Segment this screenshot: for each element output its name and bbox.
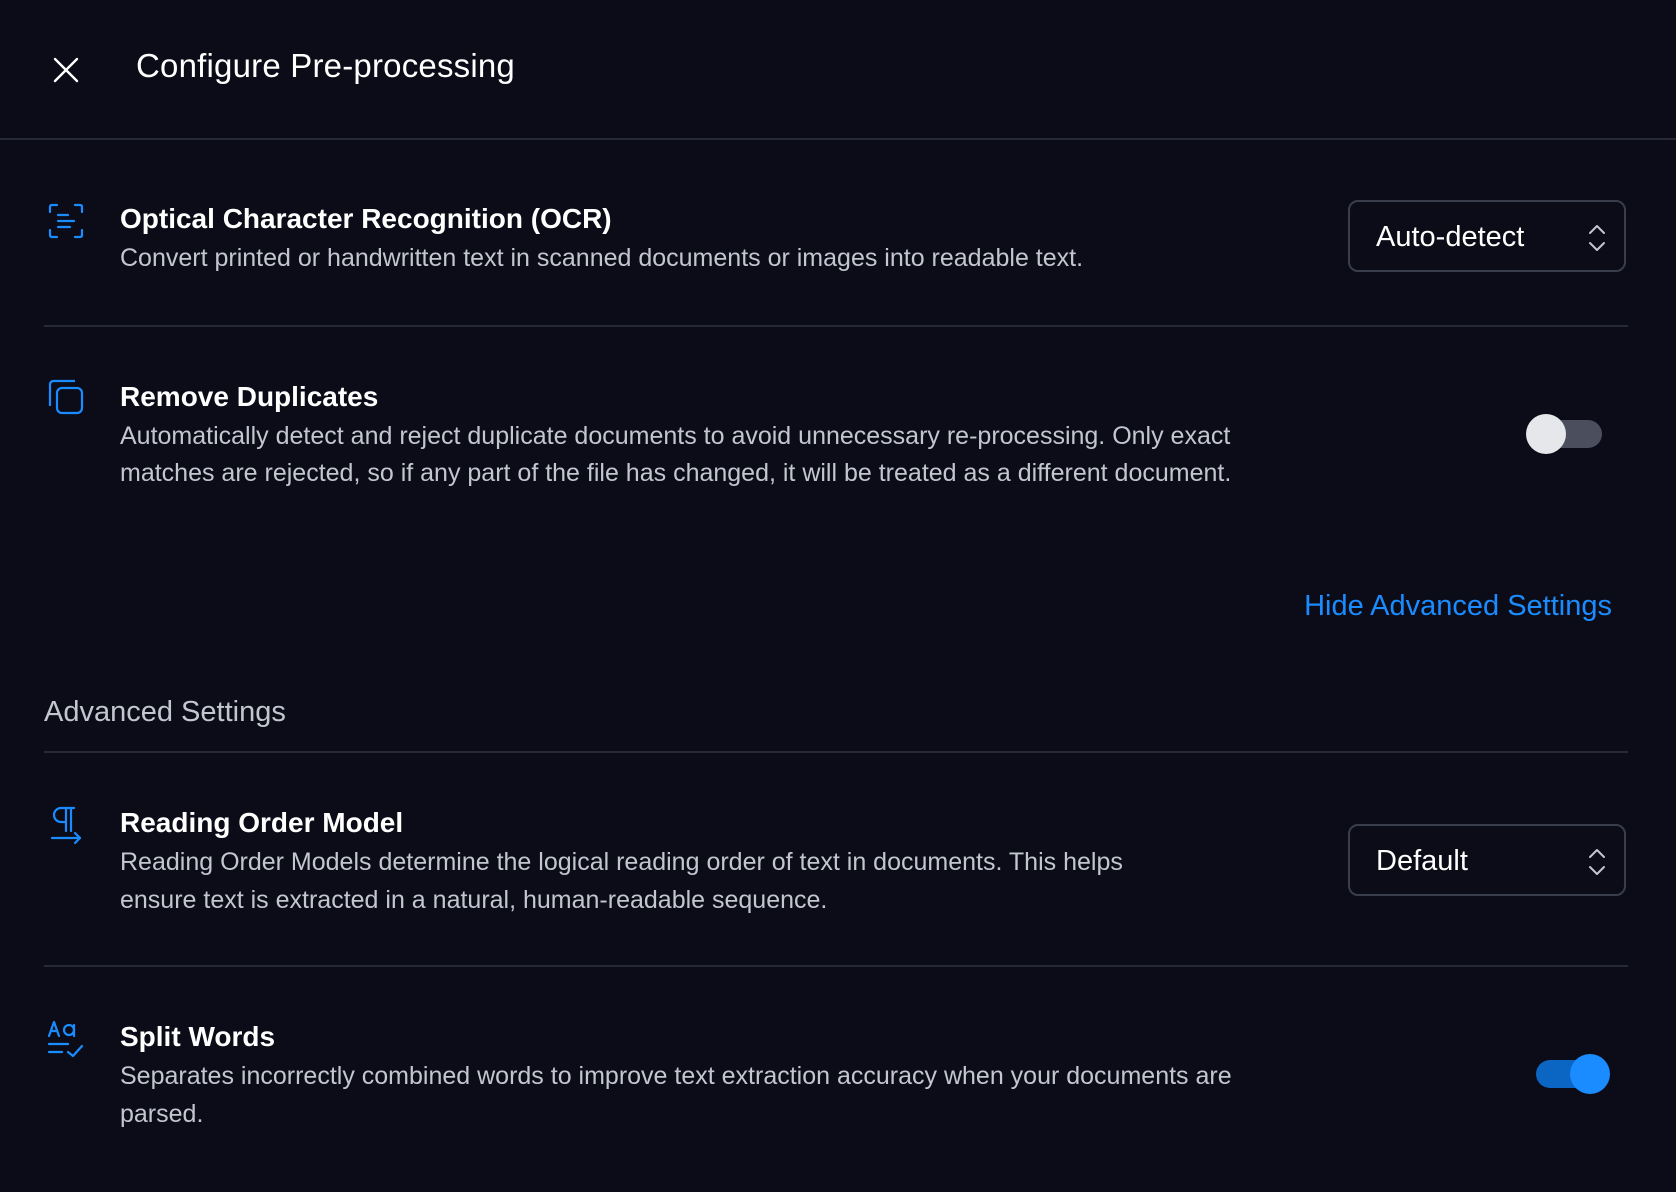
remove-duplicates-description-line-1: Automatically detect and reject duplicat… bbox=[120, 422, 1231, 450]
ocr-mode-select[interactable]: Auto-detect bbox=[1348, 200, 1626, 272]
divider bbox=[44, 751, 1628, 753]
remove-duplicates-toggle[interactable] bbox=[1526, 412, 1604, 456]
reading-order-description-line-2: ensure text is extracted in a natural, h… bbox=[120, 886, 828, 914]
ocr-mode-value: Auto-detect bbox=[1376, 221, 1525, 253]
page-title: Configure Pre-processing bbox=[136, 47, 515, 84]
scan-text-icon bbox=[48, 203, 84, 239]
remove-duplicates-description-line-2: matches are rejected, so if any part of … bbox=[120, 459, 1232, 487]
close-icon bbox=[53, 57, 79, 83]
hide-advanced-settings-link[interactable]: Hide Advanced Settings bbox=[1304, 590, 1612, 623]
reading-order-model-value: Default bbox=[1376, 845, 1468, 877]
remove-duplicates-title: Remove Duplicates bbox=[120, 381, 379, 412]
divider bbox=[44, 965, 1628, 967]
dialog-header: Configure Pre-processing bbox=[0, 0, 1676, 140]
split-words-title: Split Words bbox=[120, 1021, 276, 1052]
pilcrow-arrow-icon bbox=[50, 806, 82, 845]
chevron-up-down-icon bbox=[1589, 225, 1605, 251]
ocr-title: Optical Character Recognition (OCR) bbox=[120, 203, 612, 234]
split-words-description-line-1: Separates incorrectly combined words to … bbox=[120, 1062, 1232, 1090]
spell-check-icon bbox=[47, 1020, 84, 1058]
reading-order-description-line-1: Reading Order Models determine the logic… bbox=[120, 848, 1123, 876]
reading-order-model-select[interactable]: Default bbox=[1348, 824, 1626, 896]
split-words-description-line-2: parsed. bbox=[120, 1100, 204, 1128]
toggle-knob bbox=[1526, 414, 1566, 454]
toggle-knob bbox=[1570, 1054, 1610, 1094]
close-button[interactable] bbox=[46, 50, 86, 90]
chevron-up-down-icon bbox=[1589, 849, 1605, 875]
copy-icon bbox=[48, 379, 84, 415]
advanced-settings-heading: Advanced Settings bbox=[44, 696, 286, 728]
ocr-description: Convert printed or handwritten text in s… bbox=[120, 244, 1084, 272]
reading-order-title: Reading Order Model bbox=[120, 807, 404, 838]
divider bbox=[44, 325, 1628, 327]
split-words-toggle[interactable] bbox=[1532, 1052, 1610, 1096]
